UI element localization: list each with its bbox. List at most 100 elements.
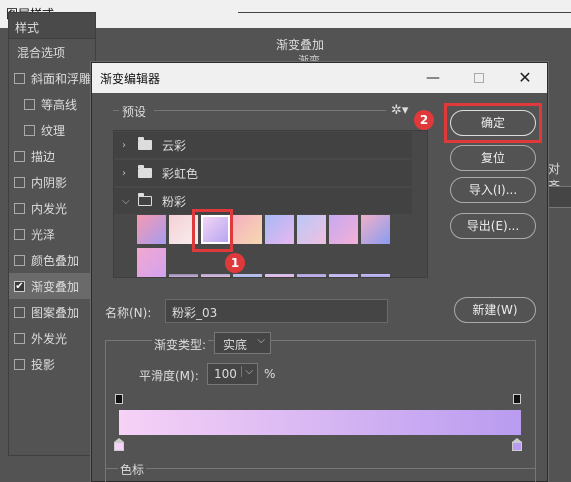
reset-button[interactable]: 复位	[450, 145, 536, 171]
close-button[interactable]: ✕	[510, 67, 540, 89]
style-item-label: 描边	[31, 149, 56, 164]
name-label: 名称(N):	[105, 306, 152, 320]
gradient-editor-titlebar: 渐变编辑器 — ✕	[92, 63, 547, 93]
style-item[interactable]: 投影	[9, 351, 95, 377]
folder-label: 云彩	[162, 138, 187, 153]
gradient-swatch[interactable]	[233, 215, 262, 244]
style-item-label: 纹理	[41, 123, 66, 138]
folder-icon	[138, 137, 152, 150]
style-item[interactable]: 描边	[9, 143, 95, 169]
step-marker-1: 1	[225, 253, 245, 273]
style-item[interactable]: 内阴影	[9, 169, 95, 195]
checkbox[interactable]	[14, 254, 25, 266]
gradient-swatch[interactable]	[297, 215, 326, 244]
color-stop-right[interactable]	[512, 438, 522, 451]
checkbox[interactable]	[24, 124, 35, 136]
gradient-swatch[interactable]	[361, 248, 390, 277]
style-item[interactable]: 光泽	[9, 221, 95, 247]
style-item[interactable]: 图案叠加	[9, 299, 95, 325]
checkbox[interactable]	[14, 332, 25, 344]
gradient-swatch[interactable]	[297, 248, 326, 277]
style-list-header[interactable]: 样式	[9, 13, 95, 39]
presets-label[interactable]: 预设	[122, 103, 146, 120]
export-button[interactable]: 导出(E)...	[450, 213, 536, 239]
gradient-swatch[interactable]	[137, 248, 166, 277]
style-item-label: 斜面和浮雕	[31, 71, 92, 86]
style-item[interactable]: 斜面和浮雕	[9, 65, 95, 91]
name-input[interactable]: 粉彩_03	[165, 299, 388, 323]
style-item-label: 渐变叠加	[31, 279, 80, 294]
gradient-swatch[interactable]	[137, 215, 166, 244]
chevron-down-icon: ⌵	[257, 335, 265, 346]
gradient-swatch[interactable]	[169, 248, 198, 277]
checkbox[interactable]	[14, 228, 25, 240]
ok-button[interactable]: 确定	[450, 110, 536, 136]
style-item[interactable]: 纹理	[9, 117, 95, 143]
gradient-swatch[interactable]	[265, 248, 294, 277]
style-item[interactable]: 外发光	[9, 325, 95, 351]
color-stops-divider	[105, 468, 536, 469]
smoothness-unit: %	[264, 367, 276, 381]
checkbox[interactable]	[24, 98, 35, 110]
selected-swatch-highlight	[192, 209, 233, 252]
gradient-type-label: 渐变类型:	[152, 336, 209, 353]
gradient-swatch[interactable]	[361, 215, 390, 244]
preset-folder[interactable]: › 云彩	[114, 132, 412, 158]
checkbox[interactable]	[14, 306, 25, 318]
smoothness-label: 平滑度(M):	[139, 369, 199, 383]
step-marker-2: 2	[414, 110, 434, 130]
presets-list: ›云彩›彩虹色⌵粉彩 ︿ ﹀	[113, 130, 428, 278]
style-item-label: 内阴影	[31, 175, 68, 190]
import-button[interactable]: 导入(I)...	[450, 177, 536, 203]
preset-folder[interactable]: ⌵ 粉彩	[114, 188, 412, 214]
gradient-editor-dialog: 渐变编辑器 — ✕ 预设 ✲▾ ›云彩›彩虹色⌵粉彩 ︿ ﹀ 1 2 确定 复位…	[91, 62, 548, 482]
color-stop-left[interactable]	[114, 438, 124, 451]
style-item-label: 混合选项	[17, 45, 66, 60]
chevron-down-icon[interactable]: ⌵	[241, 366, 253, 377]
color-stop-left-swatch	[114, 442, 124, 451]
folder-label: 彩虹色	[162, 166, 199, 181]
checkbox-checked[interactable]: ✔	[14, 280, 25, 292]
presets-divider-left	[113, 110, 119, 111]
gradient-type-select[interactable]: 实底 ⌵	[214, 332, 271, 354]
minimize-button[interactable]: —	[418, 67, 448, 89]
opacity-stop-right[interactable]	[513, 394, 521, 404]
style-item-label: 内发光	[31, 201, 68, 216]
opacity-stop-left[interactable]	[115, 394, 123, 404]
style-item[interactable]: 等高线	[9, 91, 95, 117]
style-item-label: 图案叠加	[31, 305, 80, 320]
gear-icon[interactable]: ✲▾	[391, 103, 408, 118]
style-list: 混合选项斜面和浮雕等高线纹理描边内阴影内发光光泽颜色叠加 ✔ 渐变叠加图案叠加外发光…	[9, 39, 95, 377]
style-item-label: 等高线	[41, 97, 78, 112]
gradient-swatch[interactable]	[329, 215, 358, 244]
gradient-swatch[interactable]	[329, 248, 358, 277]
checkbox[interactable]	[14, 150, 25, 162]
style-item[interactable]: 内发光	[9, 195, 95, 221]
gradient-swatch[interactable]	[265, 215, 294, 244]
smoothness-input[interactable]: 100 ⌵	[207, 363, 258, 385]
checkbox[interactable]	[14, 176, 25, 188]
maximize-icon	[474, 73, 484, 83]
maximize-button	[464, 67, 494, 89]
chevron-right-icon[interactable]: ›	[122, 168, 132, 179]
style-item[interactable]: 混合选项	[9, 39, 95, 65]
new-button[interactable]: 新建(W)	[454, 297, 536, 323]
preset-folder[interactable]: › 彩虹色	[114, 160, 412, 186]
color-stops-label: 色标	[118, 461, 147, 478]
folder-label: 粉彩	[162, 194, 187, 209]
style-item[interactable]: ✔ 渐变叠加	[9, 273, 95, 299]
style-item[interactable]: 颜色叠加	[9, 247, 95, 273]
checkbox[interactable]	[14, 358, 25, 370]
color-stop-right-swatch	[512, 442, 522, 451]
chevron-right-icon[interactable]: ›	[122, 140, 132, 151]
folder-icon	[138, 165, 152, 178]
style-item-label: 颜色叠加	[31, 253, 80, 268]
gradient-editor-title: 渐变编辑器	[100, 72, 161, 86]
checkbox[interactable]	[14, 72, 25, 84]
gradient-bar[interactable]	[119, 410, 521, 435]
gradient-overlay-title: 渐变叠加	[276, 38, 325, 52]
checkbox[interactable]	[14, 202, 25, 214]
style-item-label: 投影	[31, 357, 56, 372]
chevron-down-icon[interactable]: ⌵	[122, 196, 132, 207]
gradient-type-value: 实底	[223, 338, 248, 352]
